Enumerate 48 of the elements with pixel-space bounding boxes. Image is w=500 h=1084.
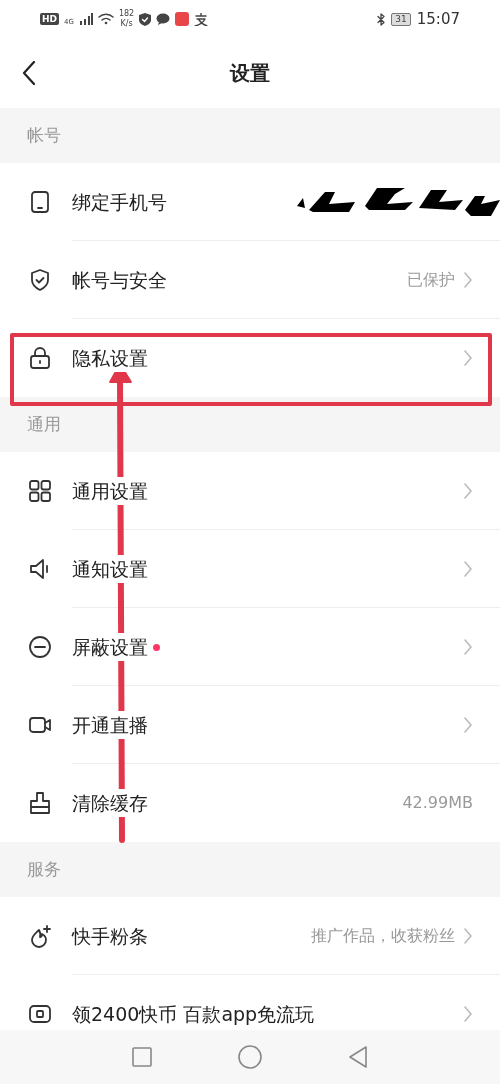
bluetooth-icon bbox=[377, 12, 386, 26]
settings-row[interactable]: 通用设置 bbox=[0, 452, 500, 530]
home-button[interactable] bbox=[238, 1045, 262, 1069]
row-value: 推广作品，收获粉丝 bbox=[311, 925, 455, 947]
back-nav-button[interactable] bbox=[348, 1046, 368, 1068]
settings-row[interactable]: 帐号与安全 已保护 bbox=[0, 241, 500, 319]
section-header: 通用 bbox=[27, 412, 61, 436]
row-value: 42.99MB bbox=[402, 792, 473, 814]
section-header: 服务 bbox=[27, 857, 61, 881]
settings-row[interactable]: 通知设置 bbox=[0, 530, 500, 608]
row-label: 屏蔽设置 bbox=[72, 632, 148, 662]
minus-circle-icon bbox=[28, 635, 52, 659]
speed-unit: K/s bbox=[120, 19, 133, 29]
settings-row[interactable]: 领2400快币 百款app免流玩 bbox=[0, 975, 500, 1030]
phone-icon bbox=[28, 190, 52, 214]
grid-icon bbox=[28, 479, 52, 503]
flame-plus-icon bbox=[28, 924, 52, 948]
app-icon bbox=[175, 12, 190, 26]
square-icon bbox=[132, 1047, 152, 1067]
lock-icon bbox=[28, 346, 52, 370]
row-label: 通用设置 bbox=[72, 476, 148, 506]
speed-value: 182 bbox=[118, 9, 135, 19]
section-header: 帐号 bbox=[27, 123, 61, 147]
settings-row[interactable]: 快手粉条 推广作品，收获粉丝 bbox=[0, 897, 500, 975]
settings-row[interactable]: 绑定手机号 bbox=[0, 163, 500, 241]
row-value: 已保护 bbox=[407, 269, 455, 291]
settings-row[interactable]: 开通直播 bbox=[0, 686, 500, 764]
recents-button[interactable] bbox=[132, 1047, 152, 1067]
battery-level: 31 bbox=[391, 12, 411, 26]
hd-badge: HD bbox=[40, 13, 59, 25]
circle-icon bbox=[238, 1045, 262, 1069]
ticket-icon bbox=[28, 1002, 52, 1026]
clock-time: 15:07 bbox=[416, 8, 460, 30]
settings-row[interactable]: 清除缓存 42.99MB bbox=[0, 764, 500, 842]
brush-icon bbox=[28, 791, 52, 815]
row-label: 开通直播 bbox=[72, 710, 148, 740]
row-label: 清除缓存 bbox=[72, 788, 148, 818]
page-title: 设置 bbox=[230, 60, 270, 87]
settings-row[interactable]: 屏蔽设置 bbox=[0, 608, 500, 686]
settings-row[interactable]: 隐私设置 bbox=[0, 319, 500, 397]
wifi-icon bbox=[97, 13, 114, 25]
row-label: 通知设置 bbox=[72, 554, 148, 584]
chat-bubble-icon bbox=[156, 13, 171, 25]
signal-icon bbox=[78, 13, 93, 25]
back-icon bbox=[22, 61, 36, 85]
shield-check-icon bbox=[28, 268, 52, 292]
shield-icon bbox=[139, 12, 152, 26]
triangle-icon bbox=[348, 1046, 368, 1068]
